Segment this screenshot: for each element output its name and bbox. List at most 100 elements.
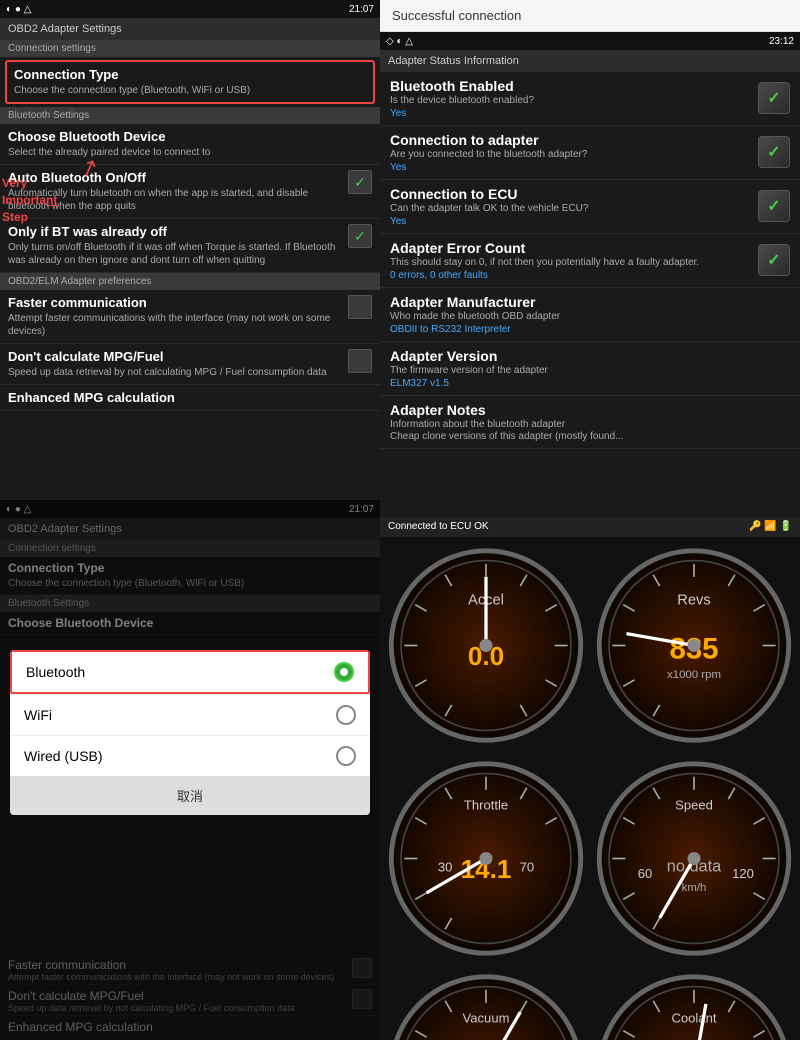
gauges-status-bar: Connected to ECU OK 🔑 📶 🔋: [380, 517, 800, 537]
section-header-bluetooth: Bluetooth Settings: [0, 107, 380, 124]
gauge-coolant: 40 120 Coolant 81.0 °C: [596, 971, 792, 1040]
gauges-status-icons: 🔑 📶 🔋: [749, 521, 792, 532]
status-row-error: Adapter Error Count This should stay on …: [380, 234, 800, 288]
gauge-accel-container: Accel 0.0: [384, 541, 588, 750]
cancel-label: 取消: [177, 789, 203, 804]
status-icons-left: ◐ ● △: [6, 4, 31, 15]
gauge-throttle-svg: 30 70 Throttle 14.1: [388, 758, 584, 959]
usb-radio[interactable]: [336, 746, 356, 766]
settings-item-connection-type[interactable]: Connection Type Choose the connection ty…: [5, 60, 375, 104]
gauge-accel-svg: Accel 0.0: [388, 545, 584, 746]
error-count-title: Adapter Error Count: [390, 240, 750, 256]
faster-comm-checkbox[interactable]: [348, 295, 372, 319]
wifi-option-label: WiFi: [24, 707, 52, 723]
connection-type-desc: Choose the connection type (Bluetooth, W…: [14, 84, 366, 97]
status-bar-top-right: ◇ ◐ △ 23:12: [380, 32, 800, 50]
settings-item-faster-comm[interactable]: Faster communication Attempt faster comm…: [0, 290, 380, 344]
bottom-left-screen: ◐ ● △ 21:07 OBD2 Adapter Settings Connec…: [0, 500, 380, 1040]
version-value: ELM327 v1.5: [390, 378, 790, 389]
faster-comm-desc: Attempt faster communications with the i…: [8, 312, 342, 338]
settings-item-enhanced-mpg[interactable]: Enhanced MPG calculation: [0, 385, 380, 411]
settings-item-auto-bluetooth[interactable]: Auto Bluetooth On/Off Automatically turn…: [0, 165, 380, 219]
bt-enabled-desc: Is the device bluetooth enabled?: [390, 95, 750, 106]
main-layout: ◐ ● △ 21:07 Connection settings ● ◐ ▲ OB…: [0, 0, 800, 1040]
manufacturer-desc: Who made the bluetooth OBD adapter: [390, 311, 790, 322]
right-panel: Successful connection ◇ ◐ △ 23:12 Adapte…: [380, 0, 800, 1040]
notes-value: Cheap clone versions of this adapter (mo…: [390, 431, 790, 442]
gauge-vacuum: 20 -26 Vacuum 16.1 in/Hg: [388, 971, 584, 1040]
dialog-option-bluetooth[interactable]: Bluetooth: [10, 650, 370, 694]
choose-device-desc: Select the already paired device to conn…: [8, 146, 372, 159]
status-bar-top-left: ◐ ● △ 21:07: [0, 0, 380, 18]
adapter-conn-desc: Are you connected to the bluetooth adapt…: [390, 149, 750, 160]
gauges-grid: Accel 0.0: [380, 537, 800, 1040]
auto-bt-title: Auto Bluetooth On/Off: [8, 170, 342, 185]
error-count-ok-icon: ✓: [758, 244, 790, 276]
bt-off-title: Only if BT was already off: [8, 224, 342, 239]
svg-text:Speed: Speed: [675, 797, 713, 812]
choose-device-title: Choose Bluetooth Device: [8, 129, 372, 144]
gauge-revs-container: Revs 835 x1000 rpm: [592, 541, 796, 750]
version-title: Adapter Version: [390, 348, 790, 364]
ecu-conn-ok-icon: ✓: [758, 190, 790, 222]
connection-type-dialog: Bluetooth WiFi Wired (USB) 取消: [10, 650, 370, 815]
gauge-revs-svg: Revs 835 x1000 rpm: [596, 545, 792, 746]
gauge-coolant-svg: 40 120 Coolant 81.0 °C: [596, 971, 792, 1040]
checkmark: ✓: [767, 88, 780, 108]
svg-text:30: 30: [438, 859, 453, 874]
wifi-radio[interactable]: [336, 705, 356, 725]
dialog-option-usb[interactable]: Wired (USB): [10, 735, 370, 776]
gauge-accel: Accel 0.0: [388, 545, 584, 746]
ecu-conn-title: Connection to ECU: [390, 186, 750, 202]
top-left-screen: ◐ ● △ 21:07 Connection settings ● ◐ ▲ OB…: [0, 0, 380, 500]
gauge-speed-svg: 60 120 Speed no data km/h: [596, 758, 792, 959]
version-desc: The firmware version of the adapter: [390, 365, 790, 376]
ecu-conn-value: Yes: [390, 216, 750, 227]
success-header: Successful connection: [380, 0, 800, 32]
svg-text:Throttle: Throttle: [464, 797, 508, 812]
connection-type-title: Connection Type: [14, 67, 366, 82]
usb-option-label: Wired (USB): [24, 748, 103, 764]
svg-text:Vacuum: Vacuum: [463, 1010, 510, 1025]
status-time-top-left: 21:07: [349, 4, 374, 15]
no-mpg-checkbox[interactable]: [348, 349, 372, 373]
settings-item-no-mpg[interactable]: Don't calculate MPG/Fuel Speed up data r…: [0, 344, 380, 385]
faster-comm-title: Faster communication: [8, 295, 342, 310]
bt-off-desc: Only turns on/off Bluetooth if it was of…: [8, 241, 342, 267]
status-row-bt-enabled: Bluetooth Enabled Is the device bluetoot…: [380, 72, 800, 126]
section-header-obd: OBD2/ELM Adapter preferences: [0, 273, 380, 290]
adapter-conn-ok-icon: ✓: [758, 136, 790, 168]
app-title-top-left: Connection settings ● ◐ ▲ OBD2 Adapter S…: [0, 18, 380, 40]
bottom-right-screen: Connected to ECU OK 🔑 📶 🔋: [380, 517, 800, 1040]
success-text: Successful connection: [392, 8, 521, 23]
bt-enabled-value: Yes: [390, 108, 750, 119]
dialog-cancel-button[interactable]: 取消: [10, 776, 370, 815]
bluetooth-option-label: Bluetooth: [26, 664, 85, 680]
bluetooth-radio[interactable]: [334, 662, 354, 682]
dialog-option-wifi[interactable]: WiFi: [10, 694, 370, 735]
settings-item-choose-device[interactable]: Choose Bluetooth Device Select the alrea…: [0, 124, 380, 165]
section-header-connection: Connection settings: [0, 40, 380, 57]
bt-enabled-title: Bluetooth Enabled: [390, 78, 750, 94]
status-row-ecu: Connection to ECU Can the adapter talk O…: [380, 180, 800, 234]
left-panel: ◐ ● △ 21:07 Connection settings ● ◐ ▲ OB…: [0, 0, 380, 1040]
svg-text:70: 70: [520, 859, 535, 874]
error-count-value: 0 errors, 0 other faults: [390, 270, 750, 281]
notes-desc: Information about the bluetooth adapter: [390, 419, 790, 430]
svg-text:Revs: Revs: [677, 592, 710, 608]
adapter-conn-value: Yes: [390, 162, 750, 173]
gauge-throttle-container: 30 70 Throttle 14.1: [384, 754, 588, 963]
manufacturer-value: OBDII to RS232 Interpreter: [390, 324, 790, 335]
no-mpg-desc: Speed up data retrieval by not calculati…: [8, 366, 342, 379]
auto-bt-desc: Automatically turn bluetooth on when the…: [8, 187, 342, 213]
bt-off-checkbox[interactable]: ✓: [348, 224, 372, 248]
svg-text:Coolant: Coolant: [672, 1010, 717, 1025]
error-count-desc: This should stay on 0, if not then you p…: [390, 257, 750, 268]
adapter-conn-title: Connection to adapter: [390, 132, 750, 148]
auto-bt-checkbox[interactable]: ✓: [348, 170, 372, 194]
app-title-tr: Adapter Status Information: [380, 50, 800, 72]
status-row-notes: Adapter Notes Information about the blue…: [380, 396, 800, 449]
gauge-vacuum-container: 20 -26 Vacuum 16.1 in/Hg: [384, 967, 588, 1040]
settings-item-bt-off[interactable]: Only if BT was already off Only turns on…: [0, 219, 380, 273]
ecu-ok-text: Connected to ECU OK: [388, 521, 489, 532]
